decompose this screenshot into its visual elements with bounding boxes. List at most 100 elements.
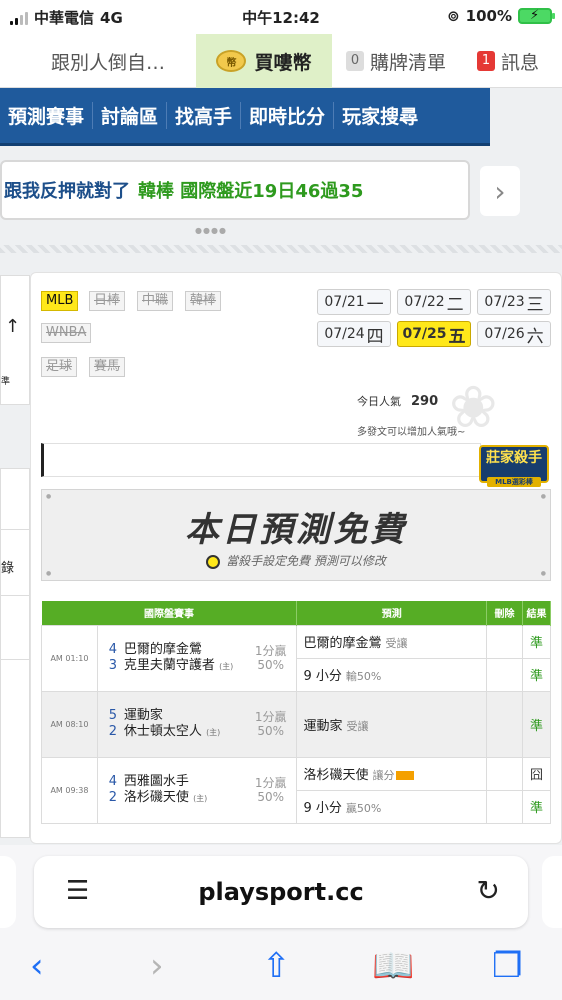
next-tab-preview[interactable] [542,856,562,928]
corner-dot: ● [540,570,546,577]
date-0726[interactable]: 07/26 六 [477,321,551,347]
sport-npb[interactable]: 日棒 [89,291,126,311]
game-teams: 4 西雅圖水手 2 洛杉磯天使 (主) 1分贏 50% [96,756,298,824]
prediction-cell: 9 小分 贏50% [296,789,488,824]
result-cell: 囧 [522,756,551,791]
date-0725[interactable]: 07/25 五 [397,321,471,347]
home-team: 克里夫蘭守護者 [123,657,215,673]
home-team: 休士頓太空人 [123,723,202,739]
odds-line: 50% [257,789,284,804]
date-label: 07/24 [324,326,365,342]
coin-icon: 幣 [216,50,247,72]
nav-predict[interactable]: 預測賽事 [0,102,94,129]
sport-mlb[interactable]: MLB [41,291,79,311]
tabs-icon[interactable]: ❐ [492,946,522,986]
nav-player-search[interactable]: 玩家搜尋 [334,102,426,129]
prediction-cell: 洛杉磯天使 讓分 [296,756,488,791]
weekday-label: 六 [526,326,544,347]
predictions-table: 國際盤賽事 預測 刪除 結果 AM 01:10 4 巴爾的摩金鶯 3 克里夫蘭守護者… [41,601,551,824]
prediction-tag: 受讓 [385,637,408,650]
delete-cell[interactable] [486,624,523,659]
chevron-right-icon[interactable]: › [480,166,520,216]
result-cell: 準 [522,657,551,692]
game-time: AM 08:10 [41,690,98,758]
side-panel-top: ↑ 準 [0,275,30,405]
tab-messages[interactable]: 1 訊息 [462,34,554,88]
nav-forum[interactable]: 討論區 [93,102,168,129]
bookmarks-icon[interactable]: 📖 [372,946,414,986]
prev-tab-preview[interactable] [0,856,16,928]
forward-icon[interactable]: › [150,946,164,986]
sport-horse[interactable]: 賽馬 [89,357,126,377]
promo-banner[interactable]: 跟我反押就對了 韓棒 國際盤近19日46過35 [0,160,470,220]
reload-icon[interactable]: ↻ [477,874,500,907]
tab-follow-label: 跟別人倒自… [50,51,165,74]
header-prediction: 預測 [296,601,488,625]
popularity: 今日人氣 290 [357,393,438,409]
back-icon[interactable]: ‹ [30,946,44,986]
cart-count-badge: 0 [345,51,364,71]
delete-cell[interactable] [486,690,523,758]
team-number: 4 [108,641,118,657]
tab-follow[interactable]: 跟別人倒自… [20,34,196,88]
odds-line: 50% [257,723,284,738]
prediction-tag: 贏50% [345,802,382,815]
date-0721[interactable]: 07/21 一 [317,289,391,315]
corner-dot: ● [46,493,52,500]
free-prediction-banner: ● ● ● ● 本日預測免費 當殺手設定免費 預測可以修改 [41,489,551,581]
main-nav: 預測賽事 討論區 找高手 即時比分 玩家搜尋 [0,88,490,146]
away-team: 運動家 [123,707,163,723]
status-bar: 中華電信 4G 中午12:42 ⊚ 100% ⚡ [0,0,562,34]
delete-cell[interactable] [486,657,523,692]
address-bar[interactable]: ☰ playsport.cc ↻ [34,856,528,928]
team-number: 2 [108,789,118,805]
delete-cell[interactable] [486,789,523,824]
popularity-value: 290 [411,394,439,409]
carousel-dots: ●●●● [195,226,227,235]
side-panel-char[interactable]: 錄 [1,557,14,576]
weekday-label: 五 [448,326,466,347]
banner-title: 本日預測免費 [185,510,407,550]
odds: 1分贏 50% [255,776,287,804]
table-row: AM 01:10 4 巴爾的摩金鶯 3 克里夫蘭守護者 (主) 1分贏 50% 巴爾的… [41,624,551,692]
tab-cart[interactable]: 0 購牌清單 [334,34,458,88]
browser-toolbar: ‹ › ⇧ 📖 ❐ [0,936,562,1000]
post-input[interactable] [41,443,481,477]
date-0724[interactable]: 07/24 四 [317,321,391,347]
header-delete: 刪除 [486,601,523,625]
nav-experts[interactable]: 找高手 [167,102,242,129]
prediction-text: 9 小分 [303,669,342,684]
result-cell: 準 [522,690,551,758]
prediction-panel: MLB 日棒 中職 韓棒 WNBA 足球 賽馬 07/21 一 07/22 二 07… [30,272,562,844]
nav-live-score[interactable]: 即時比分 [241,102,335,129]
sport-kbo[interactable]: 韓棒 [185,291,222,311]
date-label: 07/23 [484,294,525,310]
delete-cell[interactable] [486,756,523,791]
team-number: 3 [108,657,118,673]
corner-dot: ● [46,570,52,577]
date-0722[interactable]: 07/22 二 [397,289,471,315]
prediction-cell: 巴爾的摩金鶯 受讓 [296,624,488,659]
prediction-text: 洛杉磯天使 [303,768,369,783]
prediction-text: 9 小分 [303,801,342,816]
header-result: 結果 [522,601,551,625]
side-panel-mark: 準 [1,377,11,387]
share-icon[interactable]: ⇧ [262,946,291,986]
sport-cpbl[interactable]: 中職 [137,291,174,311]
sport-soccer[interactable]: 足球 [41,357,78,377]
hot-badge-icon [396,771,415,780]
up-arrow-icon[interactable]: ↑ [5,316,20,337]
prediction-text: 巴爾的摩金鶯 [303,636,382,651]
tab-buy-coins[interactable]: 幣 買嘍幣 [196,34,332,88]
game-time: AM 09:38 [41,756,98,824]
game-time: AM 01:10 [41,624,98,692]
prediction-cell: 運動家 受讓 [296,690,488,758]
sport-wnba[interactable]: WNBA [41,323,92,343]
home-team: 洛杉磯天使 [123,789,189,805]
date-label: 07/22 [404,294,445,310]
game-teams: 5 運動家 2 休士頓太空人 (主) 1分贏 50% [96,690,298,758]
date-0723[interactable]: 07/23 三 [477,289,551,315]
prediction-tag: 讓分 [372,769,395,782]
killer-badge[interactable]: 莊家殺手 MLB選彩棒 [479,445,549,487]
team-number: 4 [108,773,118,789]
